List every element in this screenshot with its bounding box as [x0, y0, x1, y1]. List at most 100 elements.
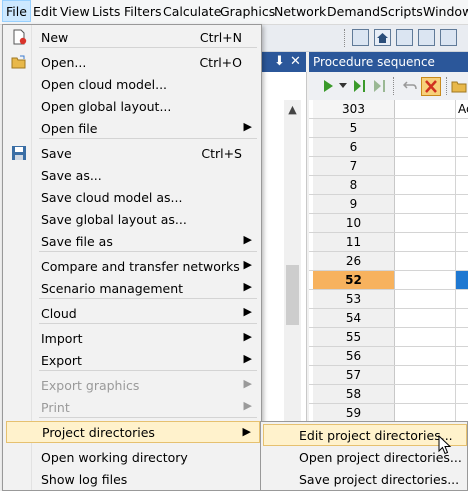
procedure-row[interactable]: 53: [309, 290, 468, 309]
menu-item-save-as[interactable]: Save as...: [4, 164, 260, 186]
procedure-row-cell[interactable]: [395, 385, 456, 403]
procedure-row[interactable]: 54: [309, 309, 468, 328]
scroll-up-arrow-icon[interactable]: ▲: [284, 100, 301, 120]
procedure-row-cell[interactable]: [395, 347, 456, 365]
menu-calculate[interactable]: Calculate: [161, 4, 223, 19]
menu-window[interactable]: Window: [421, 4, 468, 19]
procedure-row-number[interactable]: 58: [313, 385, 395, 403]
procedure-row-number[interactable]: 6: [313, 138, 395, 156]
procedure-row[interactable]: 57: [309, 366, 468, 385]
procedure-row-cell[interactable]: [395, 176, 456, 194]
menu-item-import[interactable]: Import ▶: [4, 327, 260, 349]
menu-item-open[interactable]: Open... Ctrl+O: [4, 51, 260, 73]
menu-view[interactable]: View: [58, 4, 92, 19]
procedure-row-number[interactable]: 11: [313, 233, 395, 251]
menu-filters[interactable]: Filters: [122, 4, 163, 19]
pin-icon[interactable]: ⬇: [274, 54, 285, 69]
menu-item-save-file-as[interactable]: Save file as ▶: [4, 230, 260, 252]
dropdown-arrow-icon[interactable]: [339, 83, 347, 89]
submenu-item-save-project-directories[interactable]: Save project directories...: [263, 468, 467, 490]
run-icon[interactable]: [321, 79, 335, 93]
menu-item-compare-and-transfer-networks[interactable]: Compare and transfer networks ▶: [4, 255, 260, 277]
menu-item-show-log-files[interactable]: Show log files: [4, 468, 260, 490]
procedure-row[interactable]: 10: [309, 214, 468, 233]
procedure-row-cell[interactable]: [395, 404, 456, 422]
submenu-item-open-project-directories[interactable]: Open project directories...: [263, 446, 467, 468]
menu-item-project-directories[interactable]: Project directories ▶: [6, 421, 260, 443]
procedure-row[interactable]: 55: [309, 328, 468, 347]
procedure-row[interactable]: 8: [309, 176, 468, 195]
procedure-row-number[interactable]: 5: [313, 119, 395, 137]
disable-icon[interactable]: [421, 77, 441, 96]
procedure-row[interactable]: 52: [309, 271, 468, 290]
run-to-icon[interactable]: [352, 79, 368, 93]
procedure-row-cell[interactable]: [395, 328, 456, 346]
procedure-row-number[interactable]: 59: [313, 404, 395, 422]
menu-item-cloud[interactable]: Cloud ▶: [4, 302, 260, 324]
procedure-row-active-cell[interactable]: [456, 271, 468, 289]
menu-item-save-cloud-model-as[interactable]: Save cloud model as...: [4, 186, 260, 208]
procedure-row[interactable]: 9: [309, 195, 468, 214]
scroll-thumb[interactable]: [286, 265, 299, 325]
calendar-icon[interactable]: [418, 29, 435, 46]
menu-edit[interactable]: Edit: [31, 4, 59, 19]
procedure-row[interactable]: 7: [309, 157, 468, 176]
menu-item-save[interactable]: Save Ctrl+S: [4, 142, 260, 164]
procedure-row-number[interactable]: 56: [313, 347, 395, 365]
procedure-row-number[interactable]: 7: [313, 157, 395, 175]
menu-item-save-global-layout-as[interactable]: Save global layout as...: [4, 208, 260, 230]
procedure-row-cell[interactable]: [395, 195, 456, 213]
procedure-row[interactable]: 26: [309, 252, 468, 271]
step-icon[interactable]: [372, 79, 388, 93]
menu-item-new[interactable]: New Ctrl+N: [4, 26, 260, 48]
menu-network[interactable]: Network: [272, 4, 328, 19]
procedure-row-cell[interactable]: [395, 119, 456, 137]
menu-item-open-working-directory[interactable]: Open working directory: [4, 446, 260, 468]
menu-item-open-cloud-model[interactable]: Open cloud model...: [4, 73, 260, 95]
menu-scripts[interactable]: Scripts: [378, 4, 425, 19]
procedure-row-cell[interactable]: [395, 138, 456, 156]
open-folder-icon[interactable]: [451, 78, 468, 94]
menu-lists[interactable]: Lists: [90, 4, 122, 19]
menu-demand[interactable]: Demand: [325, 4, 382, 19]
menu-graphics[interactable]: Graphics: [218, 4, 277, 19]
procedure-row-cell[interactable]: [395, 252, 456, 270]
procedure-row-cell[interactable]: [395, 366, 456, 384]
grid-header-cell[interactable]: 303: [313, 100, 395, 118]
procedure-row[interactable]: 56: [309, 347, 468, 366]
home-icon[interactable]: [374, 29, 391, 46]
procedure-row-number[interactable]: 55: [313, 328, 395, 346]
network-editor-icon[interactable]: [352, 29, 369, 46]
procedure-row[interactable]: 11: [309, 233, 468, 252]
procedure-row-number[interactable]: 52: [313, 271, 395, 289]
left-panel-scrollbar[interactable]: ▲: [284, 100, 301, 430]
procedure-row-number[interactable]: 8: [313, 176, 395, 194]
procedure-row[interactable]: 5: [309, 119, 468, 138]
list-icon[interactable]: [396, 29, 413, 46]
procedure-row-number[interactable]: 26: [313, 252, 395, 270]
procedure-row[interactable]: 6: [309, 138, 468, 157]
procedure-row-number[interactable]: 57: [313, 366, 395, 384]
submenu-item-edit-project-directories[interactable]: Edit project directories...: [263, 424, 467, 446]
procedure-row[interactable]: 58: [309, 385, 468, 404]
procedure-row-cell[interactable]: [395, 290, 456, 308]
close-icon[interactable]: ✕: [290, 54, 301, 69]
procedure-row-cell[interactable]: [395, 271, 456, 289]
graphic-icon[interactable]: [440, 29, 457, 46]
menu-item-scenario-management[interactable]: Scenario management ▶: [4, 277, 260, 299]
menu-item-label: Compare and transfer networks: [41, 259, 240, 274]
procedure-row-cell[interactable]: [395, 214, 456, 232]
undo-icon[interactable]: [403, 79, 417, 93]
procedure-row-cell[interactable]: [395, 157, 456, 175]
menu-item-open-file[interactable]: Open file ▶: [4, 117, 260, 139]
procedure-row-number[interactable]: 54: [313, 309, 395, 327]
procedure-row-cell[interactable]: [395, 233, 456, 251]
procedure-row-number[interactable]: 9: [313, 195, 395, 213]
menu-file[interactable]: File: [2, 0, 31, 22]
procedure-row-number[interactable]: 53: [313, 290, 395, 308]
procedure-row-cell[interactable]: [395, 309, 456, 327]
procedure-row-number[interactable]: 10: [313, 214, 395, 232]
grid-header-col[interactable]: Ac: [458, 102, 468, 116]
menu-item-export[interactable]: Export ▶: [4, 349, 260, 371]
menu-item-open-global-layout[interactable]: Open global layout...: [4, 95, 260, 117]
